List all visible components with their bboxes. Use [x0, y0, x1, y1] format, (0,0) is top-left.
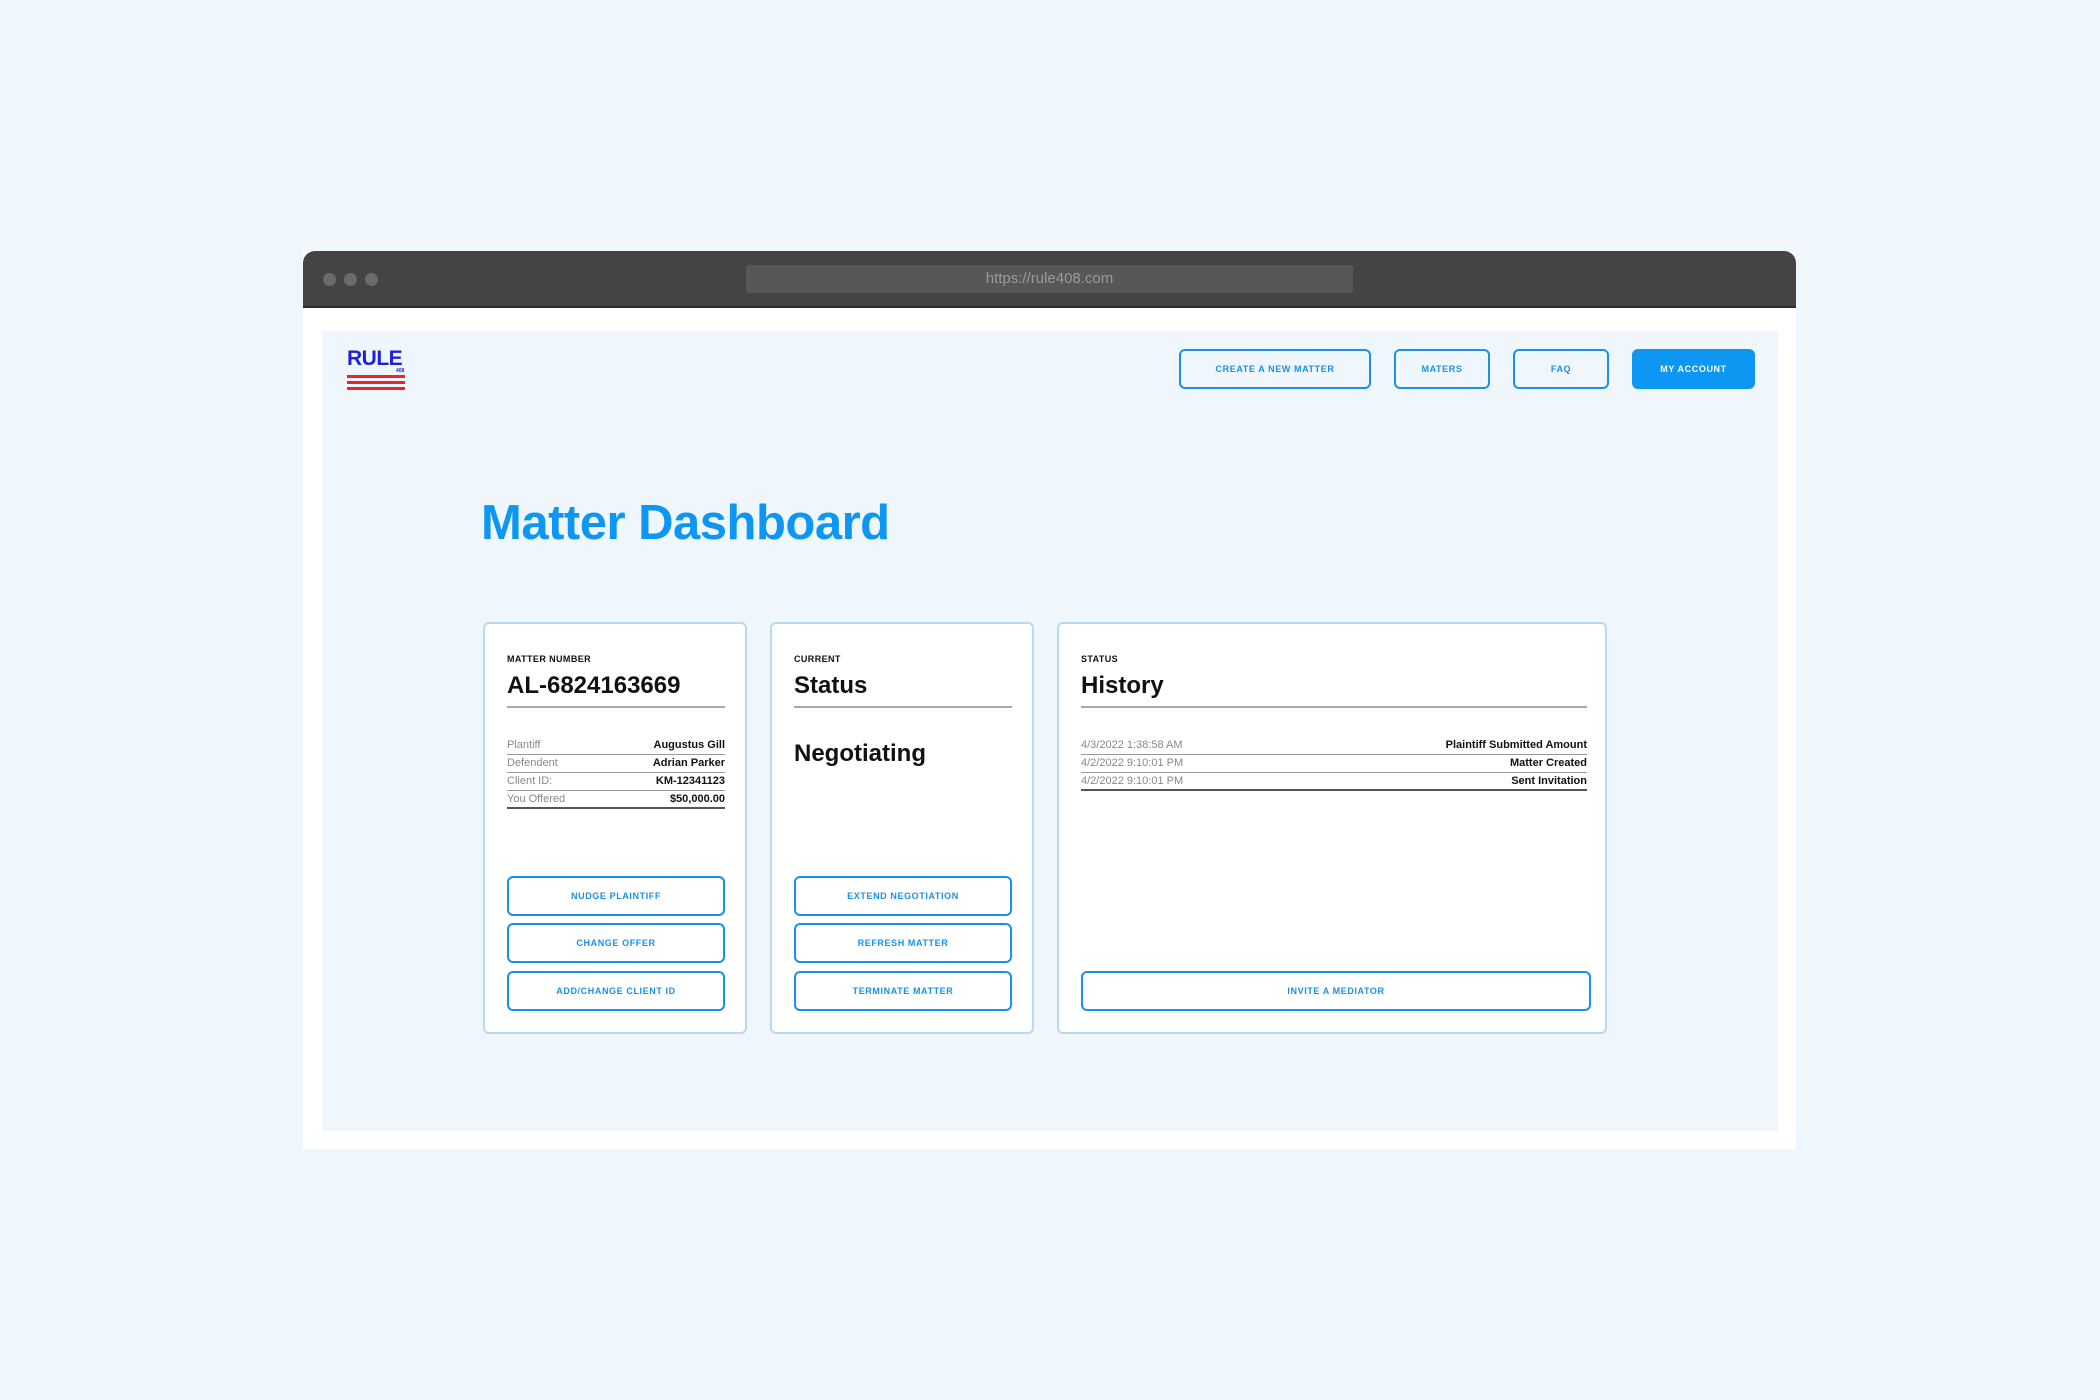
client-id-value: KM-12341123 [655, 775, 725, 787]
matter-number: AL-6824163669 [507, 672, 681, 699]
matter-card: MATTER NUMBER AL-6824163669 Plantiff Aug… [483, 622, 747, 1034]
defendant-label: Defendent [507, 757, 558, 769]
history-timestamp: 4/2/2022 9:10:01 PM [1081, 757, 1184, 769]
table-row: 4/3/2022 1:38:58 AM Plaintiff Submitted … [1081, 737, 1587, 755]
browser-chrome: https://rule408.com [303, 251, 1796, 308]
address-bar[interactable]: https://rule408.com [746, 265, 1353, 293]
logo-number: 408 [396, 368, 405, 374]
table-row: Defendent Adrian Parker [507, 755, 725, 773]
history-timestamp: 4/2/2022 9:10:01 PM [1081, 775, 1184, 787]
page-content: RULE 408 CREATE A NEW MATTER MATERS FAQ … [322, 331, 1778, 1131]
divider [794, 706, 1012, 708]
nudge-plaintiff-button[interactable]: NUDGE PLAINTIFF [507, 876, 725, 916]
offer-label: You Offered [507, 793, 566, 805]
current-label: CURRENT [794, 654, 841, 664]
matter-number-label: MATTER NUMBER [507, 654, 592, 664]
invite-mediator-button[interactable]: INVITE A MEDIATOR [1081, 971, 1591, 1011]
history-heading: History [1081, 672, 1164, 699]
client-id-label: Client ID: [507, 775, 553, 787]
table-row: 4/2/2022 9:10:01 PM Matter Created [1081, 755, 1587, 773]
status-label: STATUS [1081, 654, 1119, 664]
faq-button[interactable]: FAQ [1513, 349, 1609, 389]
logo-stripe [347, 387, 405, 390]
history-timestamp: 4/3/2022 1:38:58 AM [1081, 739, 1183, 751]
add-change-client-id-button[interactable]: ADD/CHANGE CLIENT ID [507, 971, 725, 1011]
extend-negotiation-button[interactable]: EXTEND NEGOTIATION [794, 876, 1012, 916]
status-value: Negotiating [794, 740, 926, 767]
my-account-button[interactable]: MY ACCOUNT [1632, 349, 1755, 389]
matter-details-table: Plantiff Augustus Gill Defendent Adrian … [507, 737, 725, 809]
create-new-matter-button[interactable]: CREATE A NEW MATTER [1179, 349, 1371, 389]
history-table: 4/3/2022 1:38:58 AM Plaintiff Submitted … [1081, 737, 1587, 791]
table-row: 4/2/2022 9:10:01 PM Sent Invitation [1081, 773, 1587, 791]
window-minimize-dot[interactable] [344, 273, 357, 286]
logo-word: RULE [347, 347, 403, 370]
browser-window: https://rule408.com RULE 408 CREATE A NE… [303, 251, 1796, 1149]
logo-stripe [347, 381, 405, 384]
plaintiff-label: Plantiff [507, 739, 541, 751]
terminate-matter-button[interactable]: TERMINATE MATTER [794, 971, 1012, 1011]
table-row: Client ID: KM-12341123 [507, 773, 725, 791]
window-maximize-dot[interactable] [365, 273, 378, 286]
page-title: Matter Dashboard [481, 496, 890, 550]
rule408-logo[interactable]: RULE 408 [347, 348, 407, 392]
window-close-dot[interactable] [323, 273, 336, 286]
change-offer-button[interactable]: CHANGE OFFER [507, 923, 725, 963]
divider [1081, 706, 1587, 708]
status-heading: Status [794, 672, 868, 699]
refresh-matter-button[interactable]: REFRESH MATTER [794, 923, 1012, 963]
history-event: Plaintiff Submitted Amount [1445, 739, 1587, 751]
history-event: Sent Invitation [1511, 775, 1587, 787]
table-row: Plantiff Augustus Gill [507, 737, 725, 755]
maters-button[interactable]: MATERS [1394, 349, 1490, 389]
logo-stripe [347, 375, 405, 378]
status-card: CURRENT Status Negotiating EXTEND NEGOTI… [770, 622, 1034, 1034]
history-event: Matter Created [1509, 757, 1587, 769]
plaintiff-value: Augustus Gill [653, 739, 726, 751]
defendant-value: Adrian Parker [652, 757, 725, 769]
offer-value: $50,000.00 [669, 793, 725, 805]
table-row: You Offered $50,000.00 [507, 791, 725, 809]
history-card: STATUS History 4/3/2022 1:38:58 AM Plain… [1057, 622, 1607, 1034]
divider [507, 706, 725, 708]
